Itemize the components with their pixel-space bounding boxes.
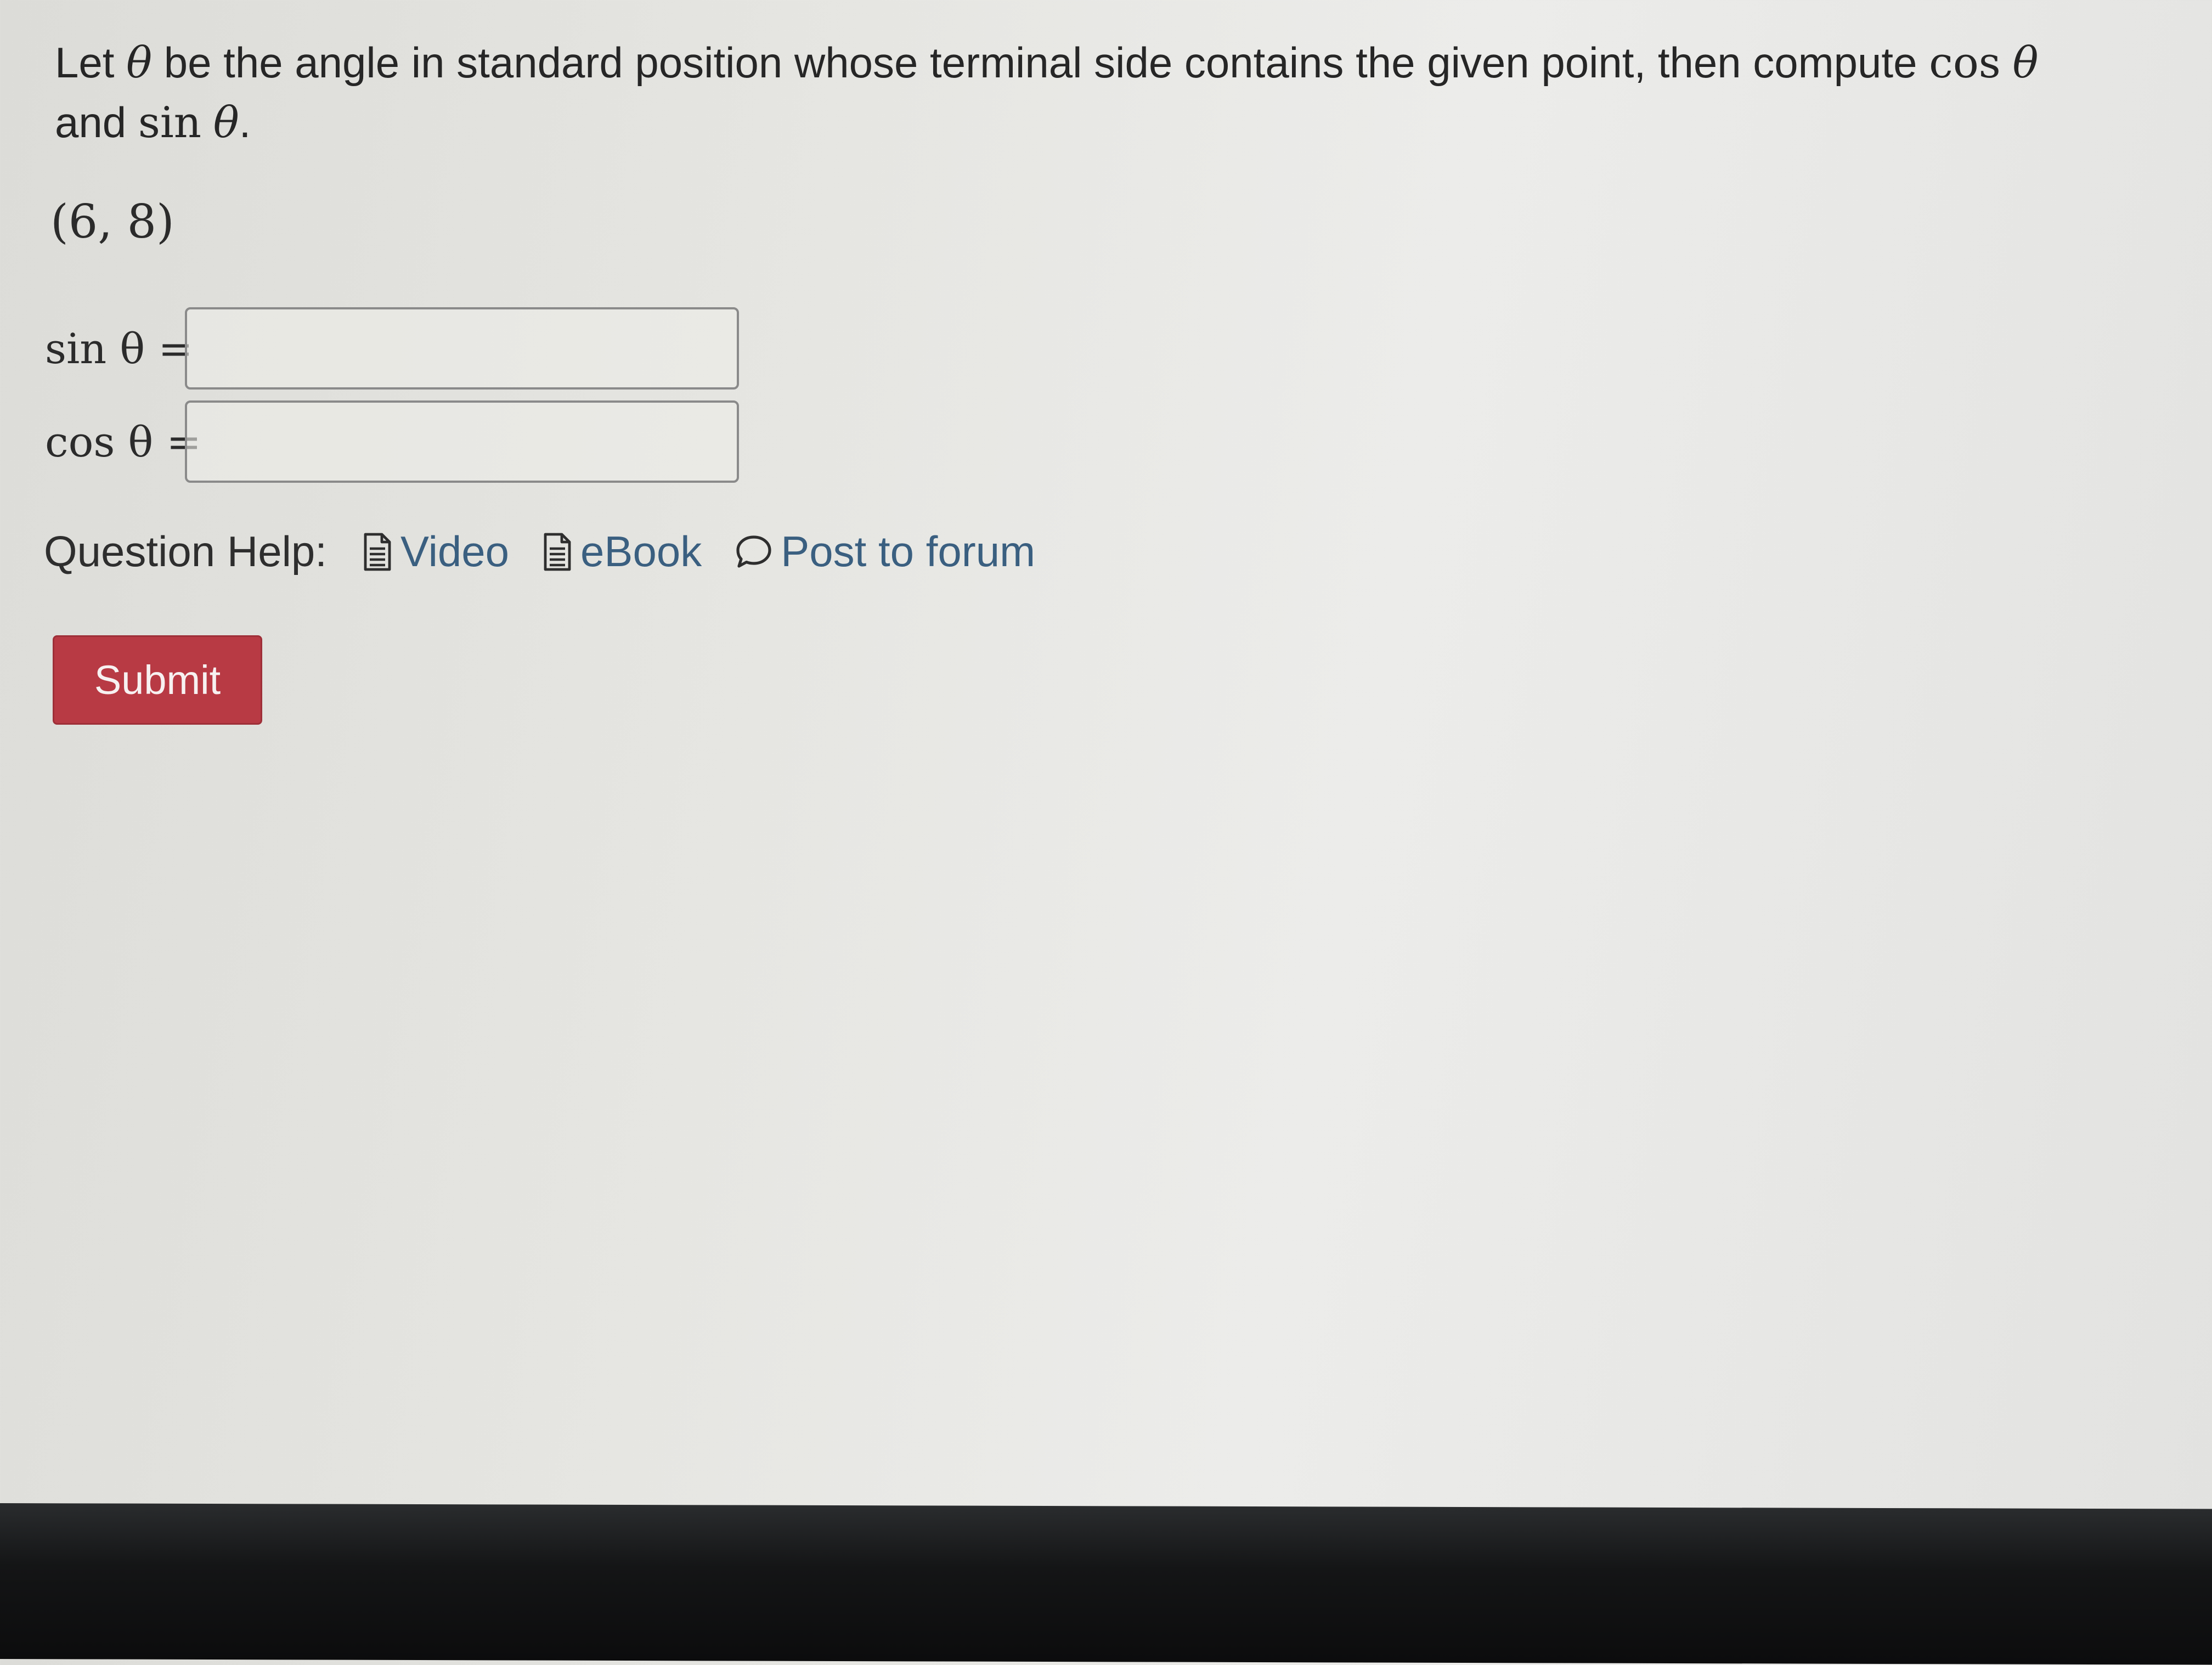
sin-function: sin bbox=[138, 98, 202, 148]
ebook-link-label: eBook bbox=[580, 527, 702, 575]
speech-bubble-icon bbox=[735, 534, 773, 570]
cos-answer-input[interactable] bbox=[185, 400, 739, 483]
question-text: Let θ be the angle in standard position … bbox=[55, 33, 2085, 153]
sin-answer-row: sin θ = bbox=[45, 307, 739, 390]
question-text-middle: be the angle in standard position whose … bbox=[152, 38, 1929, 87]
cos-label: cos θ = bbox=[45, 417, 202, 466]
document-icon bbox=[362, 532, 393, 572]
cos-function: cos bbox=[1929, 38, 2001, 88]
submit-button[interactable]: Submit bbox=[53, 635, 262, 725]
question-text-period: . bbox=[239, 98, 251, 146]
given-point: (6, 8) bbox=[50, 195, 174, 249]
theta-symbol: θ bbox=[2012, 38, 2039, 88]
theta-symbol: θ bbox=[126, 38, 153, 88]
question-page: Let θ be the angle in standard position … bbox=[0, 0, 2212, 1509]
question-help-label: Question Help: bbox=[44, 527, 327, 575]
question-text-prefix: Let bbox=[55, 38, 127, 87]
question-help: Question Help: Video eBook Post to forum bbox=[44, 527, 1068, 577]
post-to-forum-link[interactable]: Post to forum bbox=[735, 527, 1035, 577]
ebook-link[interactable]: eBook bbox=[542, 527, 702, 577]
sin-label: sin θ = bbox=[45, 324, 194, 373]
cos-answer-row: cos θ = bbox=[45, 400, 739, 483]
monitor-bezel bbox=[0, 1503, 2212, 1665]
video-link-label: Video bbox=[400, 527, 510, 575]
sin-answer-input[interactable] bbox=[185, 307, 739, 390]
video-link[interactable]: Video bbox=[362, 527, 509, 577]
theta-symbol: θ bbox=[213, 98, 239, 148]
post-to-forum-link-label: Post to forum bbox=[781, 527, 1036, 575]
question-text-and: and bbox=[55, 98, 138, 146]
document-icon bbox=[542, 532, 573, 572]
